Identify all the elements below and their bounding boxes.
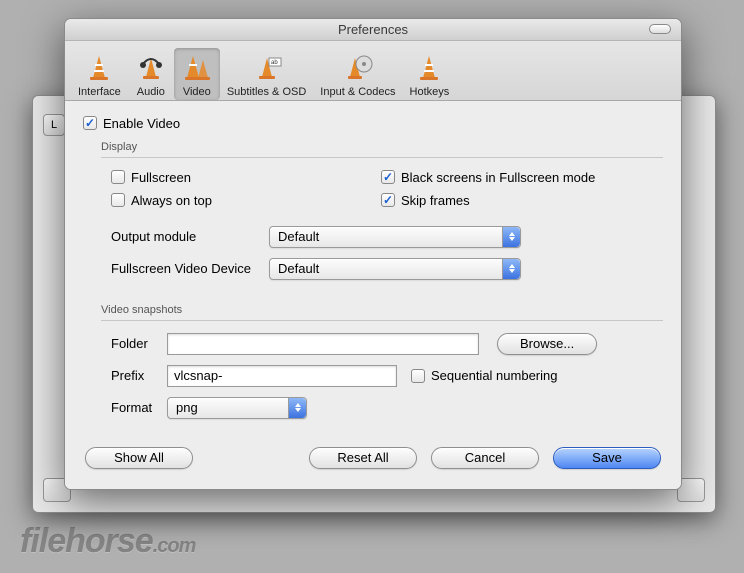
watermark-suffix: .com — [153, 535, 196, 557]
fullscreen-device-select[interactable]: Default — [269, 258, 521, 280]
window-title: Preferences — [338, 22, 408, 37]
svg-text:ab: ab — [271, 60, 278, 66]
snapshots-group: Video snapshots Folder Browse... Prefix … — [101, 304, 663, 433]
background-tab: L — [43, 114, 65, 136]
tab-label: Subtitles & OSD — [227, 86, 306, 98]
updown-arrows-icon — [288, 398, 306, 418]
output-module-label: Output module — [111, 229, 269, 244]
preferences-window: Preferences Interface Audio Video ab Sub… — [64, 18, 682, 490]
format-label: Format — [111, 400, 167, 415]
cones-icon — [181, 52, 213, 84]
updown-arrows-icon — [502, 259, 520, 279]
tab-label: Interface — [78, 86, 121, 98]
reset-all-button[interactable]: Reset All — [309, 447, 417, 469]
cone-disc-icon — [342, 52, 374, 84]
sequential-numbering-label: Sequential numbering — [431, 368, 557, 383]
sequential-numbering-checkbox[interactable]: Sequential numbering — [411, 368, 557, 383]
cone-icon — [83, 52, 115, 84]
cone-icon — [413, 52, 445, 84]
tab-subtitles[interactable]: ab Subtitles & OSD — [220, 48, 313, 100]
prefix-label: Prefix — [111, 368, 167, 383]
skip-frames-label: Skip frames — [401, 193, 470, 208]
preferences-toolbar: Interface Audio Video ab Subtitles & OSD… — [65, 41, 681, 101]
tab-hotkeys[interactable]: Hotkeys — [403, 48, 457, 100]
enable-video-checkbox[interactable]: Enable Video — [83, 116, 180, 131]
output-module-select[interactable]: Default — [269, 226, 521, 248]
save-button[interactable]: Save — [553, 447, 661, 469]
fullscreen-device-label: Fullscreen Video Device — [111, 261, 269, 276]
tab-label: Video — [183, 86, 211, 98]
format-value: png — [176, 400, 198, 415]
prefix-input[interactable] — [167, 365, 397, 387]
tab-audio[interactable]: Audio — [128, 48, 174, 100]
tab-label: Audio — [137, 86, 165, 98]
titlebar-pill-button[interactable] — [649, 24, 671, 34]
fullscreen-label: Fullscreen — [131, 170, 191, 185]
display-group: Display Fullscreen Black screens in Full… — [101, 141, 663, 294]
skip-frames-checkbox[interactable]: Skip frames — [381, 193, 653, 208]
fullscreen-device-value: Default — [278, 261, 319, 276]
folder-label: Folder — [111, 336, 167, 351]
watermark: filehorse.com — [20, 522, 195, 561]
checkbox-box — [111, 193, 125, 207]
always-on-top-label: Always on top — [131, 193, 212, 208]
browse-button[interactable]: Browse... — [497, 333, 597, 355]
output-module-value: Default — [278, 229, 319, 244]
tab-video[interactable]: Video — [174, 48, 220, 100]
button-bar: Show All Reset All Cancel Save — [83, 447, 663, 475]
cone-headphones-icon — [135, 52, 167, 84]
tab-interface[interactable]: Interface — [71, 48, 128, 100]
cone-text-icon: ab — [251, 52, 283, 84]
tab-label: Input & Codecs — [320, 86, 395, 98]
fullscreen-checkbox[interactable]: Fullscreen — [111, 170, 381, 185]
checkmark-icon — [381, 170, 395, 184]
black-screens-checkbox[interactable]: Black screens in Fullscreen mode — [381, 170, 653, 185]
checkmark-icon — [83, 116, 97, 130]
snapshots-group-label: Video snapshots — [101, 304, 663, 316]
show-all-button[interactable]: Show All — [85, 447, 193, 469]
updown-arrows-icon — [502, 227, 520, 247]
always-on-top-checkbox[interactable]: Always on top — [111, 193, 381, 208]
checkmark-icon — [381, 193, 395, 207]
folder-input[interactable] — [167, 333, 479, 355]
tab-label: Hotkeys — [410, 86, 450, 98]
checkbox-box — [111, 170, 125, 184]
cancel-button[interactable]: Cancel — [431, 447, 539, 469]
display-group-label: Display — [101, 141, 663, 153]
titlebar[interactable]: Preferences — [65, 19, 681, 41]
checkbox-box — [411, 369, 425, 383]
black-screens-label: Black screens in Fullscreen mode — [401, 170, 595, 185]
format-select[interactable]: png — [167, 397, 307, 419]
watermark-brand: filehorse — [20, 522, 153, 560]
preferences-body: Enable Video Display Fullscreen Black sc… — [65, 101, 681, 489]
tab-input-codecs[interactable]: Input & Codecs — [313, 48, 402, 100]
enable-video-label: Enable Video — [103, 116, 180, 131]
